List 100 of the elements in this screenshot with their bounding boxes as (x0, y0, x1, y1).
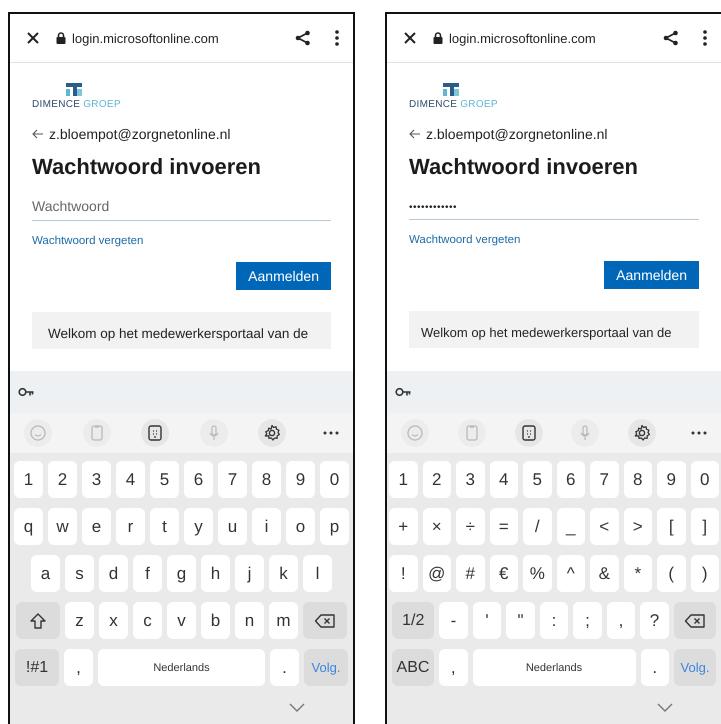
more-options-icon[interactable] (703, 30, 707, 46)
key[interactable]: j (235, 555, 264, 592)
more-options-icon[interactable] (335, 30, 339, 46)
key[interactable]: , (439, 649, 468, 686)
key[interactable]: u (218, 508, 247, 545)
close-icon[interactable] (26, 31, 40, 45)
key[interactable]: . (640, 649, 669, 686)
key[interactable]: 8 (624, 461, 652, 498)
key[interactable]: m (269, 602, 298, 639)
space-bar[interactable]: Nederlands (472, 649, 636, 686)
key[interactable]: € (490, 555, 518, 592)
key[interactable]: l (303, 555, 332, 592)
sign-in-button[interactable]: Aanmelden (236, 262, 331, 290)
share-icon[interactable] (295, 30, 311, 46)
key-icon[interactable] (395, 387, 411, 397)
key[interactable]: * (624, 555, 652, 592)
key[interactable]: ÷ (456, 508, 484, 545)
key[interactable]: _ (556, 508, 585, 545)
password-field[interactable]: •••••••••••• (409, 194, 699, 220)
key[interactable]: f (133, 555, 162, 592)
key[interactable]: 3 (456, 461, 484, 498)
key[interactable]: 1/2 (392, 602, 434, 639)
back-arrow-icon[interactable] (32, 129, 44, 139)
key[interactable]: n (235, 602, 264, 639)
key[interactable]: ? (640, 602, 669, 639)
key[interactable]: o (286, 508, 315, 545)
key[interactable]: = (490, 508, 518, 545)
key[interactable]: q (14, 508, 43, 545)
key[interactable]: x (99, 602, 128, 639)
key[interactable]: 9 (657, 461, 686, 498)
chevron-down-icon[interactable] (657, 702, 673, 712)
key[interactable]: i (252, 508, 281, 545)
shift-icon[interactable] (29, 612, 47, 630)
share-icon[interactable] (663, 30, 679, 46)
chevron-down-icon[interactable] (289, 702, 305, 712)
key[interactable]: 1 (14, 461, 43, 498)
key[interactable]: × (422, 508, 451, 545)
key[interactable]: 7 (590, 461, 618, 498)
key[interactable]: - (439, 602, 468, 639)
key[interactable]: y (184, 508, 213, 545)
key[interactable]: 4 (116, 461, 145, 498)
key[interactable]: r (116, 508, 145, 545)
key[interactable]: < (590, 508, 618, 545)
key[interactable]: ) (690, 555, 719, 592)
key[interactable]: ' (472, 602, 502, 639)
sign-in-button[interactable]: Aanmelden (604, 261, 699, 289)
key-icon[interactable] (18, 387, 34, 397)
key[interactable]: @ (422, 555, 451, 592)
key[interactable]: , (606, 602, 636, 639)
key[interactable]: ABC (392, 649, 434, 686)
key[interactable]: & (590, 555, 618, 592)
key[interactable]: [ (657, 508, 686, 545)
key[interactable]: t (150, 508, 179, 545)
key[interactable]: 2 (48, 461, 77, 498)
key[interactable]: 9 (286, 461, 315, 498)
key[interactable]: 5 (523, 461, 552, 498)
key[interactable]: ( (657, 555, 686, 592)
key[interactable]: # (456, 555, 484, 592)
key[interactable]: 6 (184, 461, 213, 498)
key[interactable]: ! (389, 555, 418, 592)
key[interactable]: , (64, 649, 93, 686)
key[interactable]: 0 (690, 461, 719, 498)
key[interactable]: 3 (82, 461, 111, 498)
key[interactable]: . (270, 649, 299, 686)
key[interactable]: 1 (389, 461, 418, 498)
forgot-password-link[interactable]: Wachtwoord vergeten (409, 234, 520, 246)
key[interactable]: k (269, 555, 298, 592)
key[interactable]: ; (573, 602, 602, 639)
key[interactable]: d (99, 555, 128, 592)
back-arrow-icon[interactable] (409, 129, 421, 139)
key[interactable]: : (540, 602, 568, 639)
key[interactable]: s (65, 555, 94, 592)
key[interactable]: 0 (320, 461, 349, 498)
key[interactable]: + (389, 508, 418, 545)
key[interactable]: a (31, 555, 60, 592)
key[interactable]: z (65, 602, 94, 639)
key[interactable]: g (167, 555, 196, 592)
key[interactable]: 5 (150, 461, 179, 498)
password-field[interactable]: Wachtwoord (32, 194, 331, 221)
settings-icon[interactable] (262, 423, 282, 443)
key[interactable]: !#1 (15, 649, 59, 686)
key[interactable]: 7 (218, 461, 247, 498)
close-icon[interactable] (403, 31, 417, 45)
key[interactable]: ] (690, 508, 719, 545)
key[interactable]: c (133, 602, 162, 639)
key[interactable]: w (48, 508, 77, 545)
key[interactable]: 6 (556, 461, 585, 498)
key[interactable]: % (523, 555, 552, 592)
key[interactable]: v (167, 602, 196, 639)
key[interactable]: h (201, 555, 230, 592)
space-bar[interactable]: Nederlands (98, 649, 265, 686)
key[interactable]: 2 (422, 461, 451, 498)
key[interactable]: / (523, 508, 552, 545)
backspace-icon[interactable] (314, 612, 336, 628)
settings-icon[interactable] (632, 423, 652, 443)
key[interactable]: ^ (556, 555, 585, 592)
forgot-password-link[interactable]: Wachtwoord vergeten (32, 235, 144, 247)
key[interactable]: " (506, 602, 535, 639)
key[interactable]: b (201, 602, 230, 639)
key[interactable]: p (320, 508, 349, 545)
